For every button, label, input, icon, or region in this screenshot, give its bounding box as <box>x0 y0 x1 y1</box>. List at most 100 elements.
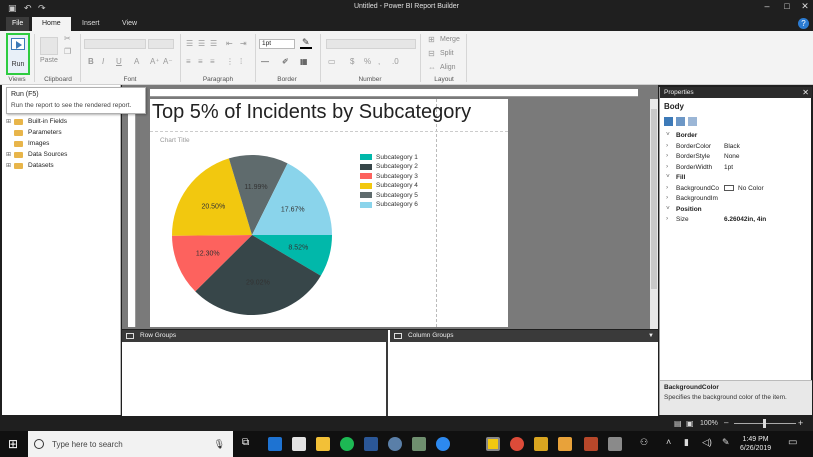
notifications-icon[interactable]: ▭ <box>788 437 797 448</box>
vertical-scrollbar[interactable] <box>650 99 658 329</box>
align-right-icon[interactable]: ≡ <box>210 57 215 66</box>
tree-item-parameters[interactable]: Parameters <box>6 127 62 138</box>
comma-style-icon[interactable]: , <box>378 57 380 66</box>
border-style-icon[interactable]: — <box>261 57 269 66</box>
property-category[interactable]: ˅ Position <box>660 205 812 216</box>
taskbar-search[interactable]: Type here to search 🎙 <box>28 431 233 457</box>
pen-icon[interactable]: ✎ <box>722 437 730 448</box>
align-button-label[interactable]: Align <box>440 64 456 71</box>
expand-icon[interactable]: ⊞ <box>6 162 14 169</box>
property-value[interactable]: 1pt <box>724 164 733 171</box>
app-icon[interactable] <box>558 437 572 451</box>
property-category[interactable]: ˅ Fill <box>660 173 812 184</box>
windows-start-icon[interactable]: ⊞ <box>8 437 18 451</box>
number-format-select[interactable] <box>326 39 416 49</box>
chevron-right-icon[interactable]: › <box>666 194 668 201</box>
italic-icon[interactable]: I <box>102 57 104 66</box>
chevron-down-icon[interactable]: ˅ <box>666 205 670 212</box>
maximize-icon[interactable]: □ <box>780 1 794 11</box>
border-width-select[interactable]: 1pt <box>259 39 295 49</box>
merge-icon[interactable]: ⊞ <box>428 35 435 44</box>
app-icon[interactable] <box>436 437 450 451</box>
powerpoint-icon[interactable] <box>584 437 598 451</box>
chrome-icon[interactable] <box>510 437 524 451</box>
system-clock[interactable]: 1:49 PM 6/26/2019 <box>740 435 771 453</box>
tree-item-datasets[interactable]: ⊞ Datasets <box>6 160 54 171</box>
minimize-icon[interactable]: – <box>760 1 774 11</box>
property-value[interactable]: 6.26042in, 4in <box>724 216 766 223</box>
chevron-right-icon[interactable]: › <box>666 184 668 191</box>
tab-home[interactable]: Home <box>32 17 71 31</box>
spotify-icon[interactable] <box>340 437 354 451</box>
shrink-font-icon[interactable]: A⁻ <box>163 57 173 66</box>
app-icon[interactable] <box>412 437 426 451</box>
chevron-right-icon[interactable]: › <box>666 215 668 222</box>
column-groups-area[interactable] <box>390 342 658 416</box>
currency-icon[interactable]: $ <box>350 57 354 66</box>
file-explorer-icon[interactable] <box>316 437 330 451</box>
close-icon[interactable]: ✕ <box>798 1 812 12</box>
font-color-icon[interactable]: A <box>134 57 139 66</box>
edge-icon[interactable] <box>268 437 282 451</box>
placeholder-icon[interactable]: ▭ <box>328 57 336 66</box>
chart-legend[interactable]: Subcategory 1 Subcategory 2 Subcategory 3 S… <box>360 153 440 210</box>
chevron-up-icon[interactable]: ˄ <box>666 437 671 447</box>
zoom-fit-icon[interactable]: ▣ <box>686 419 694 428</box>
percent-icon[interactable]: % <box>364 57 371 66</box>
property-row[interactable]: › BackgroundIm <box>660 194 812 205</box>
decrease-indent-icon[interactable]: ⇤ <box>226 39 233 48</box>
zoom-out-icon[interactable]: – <box>724 418 728 427</box>
align-middle-icon[interactable]: ☰ <box>198 39 205 48</box>
tree-item-images[interactable]: Images <box>6 138 49 149</box>
mail-icon[interactable] <box>292 437 306 451</box>
property-value[interactable]: None <box>724 153 740 160</box>
paste-icon[interactable] <box>40 37 58 55</box>
numbering-icon[interactable]: ⁞ <box>240 57 242 66</box>
property-pages-icon[interactable] <box>688 117 697 126</box>
page-view-icon[interactable]: ▤ <box>674 419 682 428</box>
people-icon[interactable]: ⚇ <box>640 437 648 448</box>
align-top-icon[interactable]: ☰ <box>186 39 193 48</box>
chevron-right-icon[interactable]: › <box>666 142 668 149</box>
split-button-label[interactable]: Split <box>440 50 454 57</box>
cut-icon[interactable]: ✂ <box>64 34 71 43</box>
decimal-icon[interactable]: .0 <box>392 57 399 66</box>
grow-font-icon[interactable]: A⁺ <box>150 57 160 66</box>
increase-indent-icon[interactable]: ⇥ <box>240 39 247 48</box>
fill-color-icon[interactable]: ✐ <box>282 57 289 66</box>
zoom-slider-thumb[interactable] <box>763 419 766 428</box>
property-row[interactable]: › BorderStyle None <box>660 152 812 163</box>
paste-button-label[interactable]: Paste <box>40 57 58 64</box>
categorized-icon[interactable] <box>664 117 673 126</box>
align-left-icon[interactable]: ≡ <box>186 57 191 66</box>
copy-icon[interactable]: ❐ <box>64 47 71 56</box>
chevron-right-icon[interactable]: › <box>666 163 668 170</box>
microphone-icon[interactable]: 🎙 <box>214 439 225 450</box>
row-groups-area[interactable] <box>122 342 388 416</box>
property-row[interactable]: › BorderWidth 1pt <box>660 163 812 174</box>
network-icon[interactable]: ▮ <box>684 437 689 448</box>
alphabetical-icon[interactable] <box>676 117 685 126</box>
chevron-right-icon[interactable]: › <box>666 152 668 159</box>
scrollbar-thumb[interactable] <box>651 109 657 289</box>
tab-file[interactable]: File <box>6 17 30 31</box>
report-body[interactable]: Top 5% of Incidents by Subcategory Chart… <box>150 99 508 327</box>
merge-button-label[interactable]: Merge <box>440 36 460 43</box>
property-row[interactable]: › Size 6.26042in, 4in <box>660 215 812 226</box>
zoom-in-icon[interactable]: + <box>798 418 803 428</box>
bullets-icon[interactable]: ⋮ <box>226 57 234 66</box>
bold-icon[interactable]: B <box>88 57 94 66</box>
align-objects-icon[interactable]: ⇔ <box>428 63 436 72</box>
chevron-down-icon[interactable]: ▼ <box>648 330 654 342</box>
chevron-down-icon[interactable]: ˅ <box>666 173 670 180</box>
tab-insert[interactable]: Insert <box>72 17 110 31</box>
expand-icon[interactable]: ⊞ <box>6 118 14 125</box>
tree-item-data-sources[interactable]: ⊞ Data Sources <box>6 149 67 160</box>
report-title[interactable]: Top 5% of Incidents by Subcategory <box>152 101 471 124</box>
app-icon[interactable] <box>608 437 622 451</box>
tab-view[interactable]: View <box>112 17 147 31</box>
expand-icon[interactable]: ⊞ <box>6 151 14 158</box>
close-icon[interactable]: ✕ <box>802 87 809 98</box>
word-icon[interactable] <box>364 437 378 451</box>
task-view-icon[interactable]: ⧉ <box>242 437 249 448</box>
